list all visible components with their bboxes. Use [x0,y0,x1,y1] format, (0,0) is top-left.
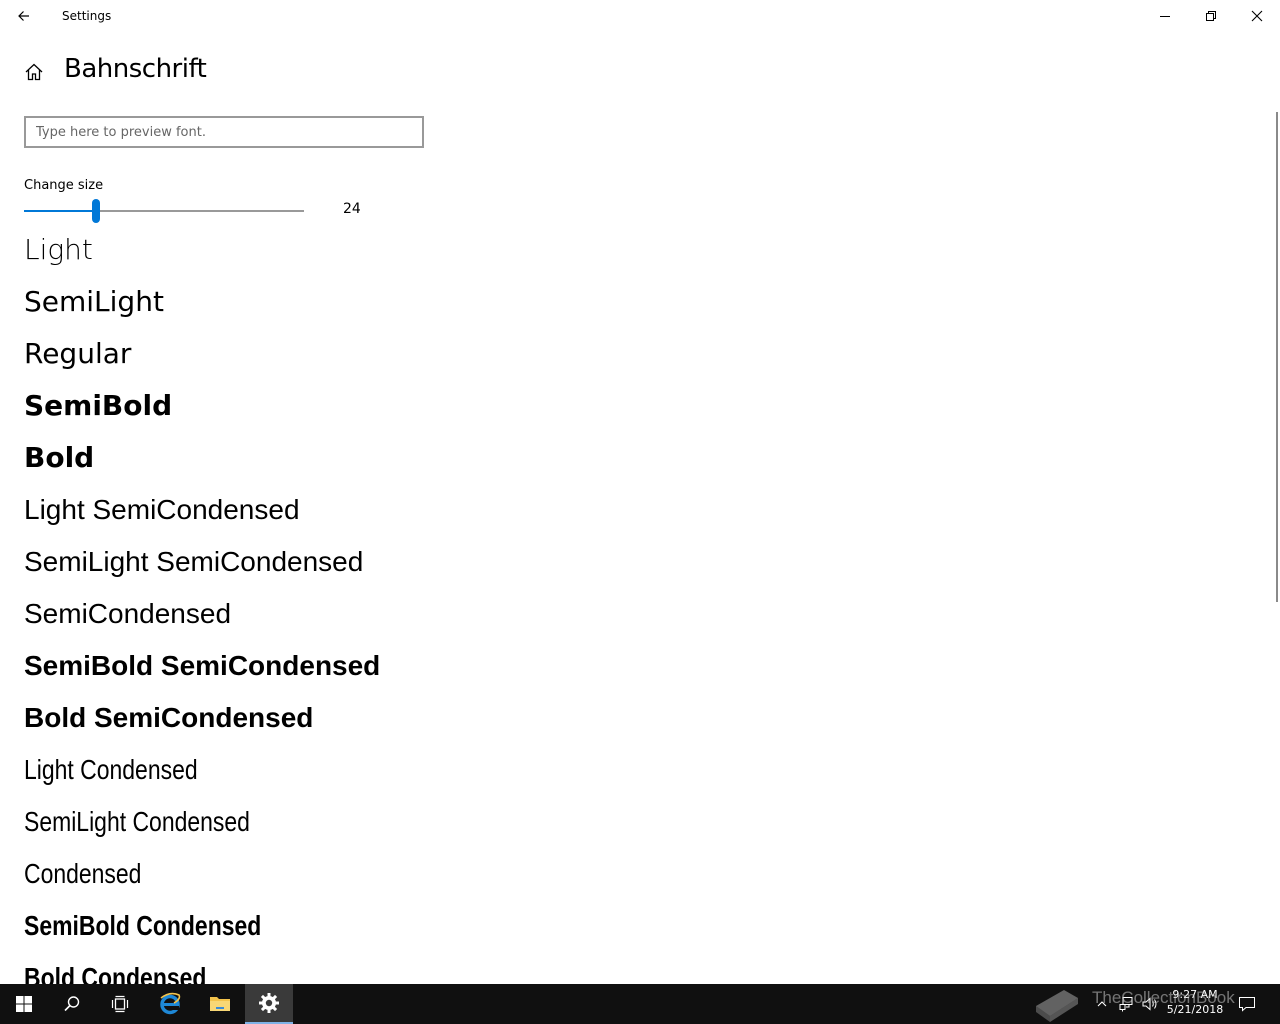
style-semibold-semicondensed: SemiBold SemiCondensed [24,650,381,681]
close-icon [1251,10,1263,22]
chevron-up-icon [1097,1001,1107,1007]
settings-window: Settings Bahnschrift Change size [0,0,1280,984]
style-semilight-condensed-row: SemiLight Condensed [24,802,380,854]
style-condensed: Condensed [24,858,142,889]
restore-button[interactable] [1188,0,1234,32]
minimize-icon [1160,16,1170,17]
title-bar: Settings [0,0,1280,32]
gear-icon [259,993,279,1013]
home-button[interactable] [22,60,46,84]
restore-icon [1206,11,1216,21]
clock-date: 5/21/2018 [1166,1003,1224,1016]
style-bold-condensed-row: Bold Condensed [24,958,380,984]
vertical-scrollbar[interactable] [1276,112,1278,602]
minimize-button[interactable] [1142,0,1188,32]
back-button[interactable] [0,0,48,32]
action-center-button[interactable] [1234,984,1260,1024]
style-light-condensed-row: Light Condensed [24,750,380,802]
change-size-label: Change size [24,178,104,193]
search-icon [64,996,80,1012]
style-bold: Bold [24,441,95,474]
volume-button[interactable] [1138,984,1162,1024]
settings-taskbar-button[interactable] [245,984,293,1024]
show-hidden-icons-button[interactable] [1092,984,1112,1024]
taskbar-clock[interactable]: 9:27 AM 5/21/2018 [1160,987,1230,1017]
font-style-list: Light SemiLight Regular SemiBold Bold Li… [24,230,380,984]
style-light-condensed: Light Condensed [24,754,198,785]
back-arrow-icon [18,11,29,21]
style-light-semicondensed: Light SemiCondensed [24,494,300,525]
taskbar: 9:27 AM 5/21/2018 [0,984,1280,1024]
style-semilight-condensed: SemiLight Condensed [24,806,250,837]
font-preview-input[interactable] [24,116,424,148]
font-size-slider[interactable] [24,198,304,224]
slider-fill [24,210,96,212]
close-button[interactable] [1234,0,1280,32]
notification-icon [1239,997,1255,1012]
page-title: Bahnschrift [64,54,207,84]
internet-explorer-button[interactable] [146,984,194,1024]
style-semibold-condensed-row: SemiBold Condensed [24,906,380,958]
task-view-icon [111,995,129,1013]
network-icon [1119,997,1133,1012]
style-bold-condensed: Bold Condensed [24,962,207,984]
internet-explorer-icon [160,992,181,1015]
start-button[interactable] [0,984,48,1024]
style-semilight: SemiLight [24,285,164,318]
speaker-icon [1142,997,1157,1011]
network-button[interactable] [1114,984,1138,1024]
style-semibold-condensed: SemiBold Condensed [24,910,262,941]
folder-icon [210,997,230,1011]
slider-thumb[interactable] [92,199,100,223]
search-button[interactable] [48,984,96,1024]
style-condensed-row: Condensed [24,854,380,906]
windows-logo-icon [16,996,32,1012]
window-title: Settings [62,9,112,23]
style-regular: Regular [24,337,132,370]
task-view-button[interactable] [96,984,144,1024]
style-bold-semicondensed: Bold SemiCondensed [24,702,314,733]
style-semilight-semicondensed: SemiLight SemiCondensed [24,546,364,577]
clock-time: 9:27 AM [1172,988,1218,1001]
font-size-value: 24 [343,201,361,217]
home-icon [25,63,43,81]
style-semicondensed: SemiCondensed [24,598,232,629]
style-semibold: SemiBold [24,389,173,422]
style-light: Light [24,233,93,266]
file-explorer-button[interactable] [196,984,244,1024]
